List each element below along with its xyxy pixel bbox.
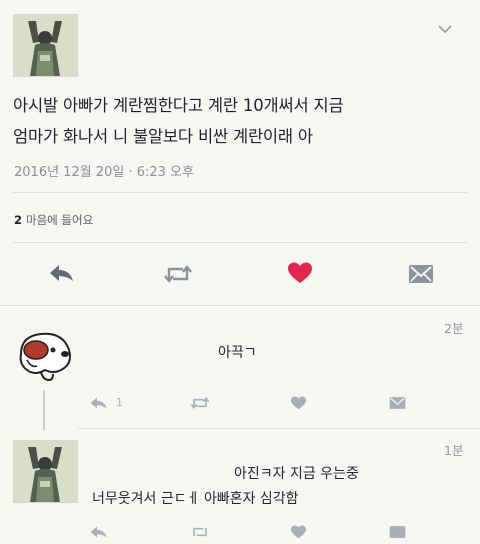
retweet-icon[interactable] xyxy=(163,264,193,288)
heart-icon[interactable] xyxy=(288,262,312,288)
reply-icon[interactable] xyxy=(90,524,108,543)
divider xyxy=(13,242,467,243)
reply-time: 2분 xyxy=(444,321,464,336)
tweet-timestamp[interactable]: 2016년 12월 20일 · 6:23 오후 xyxy=(14,161,194,180)
reply-text-line-2: 너무웃겨서 근ㄷㅔ 아빠혼자 심각함 xyxy=(92,491,299,507)
divider xyxy=(0,305,480,306)
tweet-text-line-2: 엄마가 화나서 니 불알보다 비싼 계란이래 아 xyxy=(13,127,313,146)
reply-time: 1분 xyxy=(444,443,464,458)
thread-line xyxy=(43,390,45,430)
reply-avatar[interactable] xyxy=(13,324,76,385)
heart-icon[interactable] xyxy=(291,524,306,543)
divider xyxy=(13,192,467,193)
retweet-icon[interactable] xyxy=(190,524,210,543)
reply-text: 아끅ㄱ xyxy=(218,345,257,361)
divider xyxy=(78,428,480,429)
reply-avatar[interactable] xyxy=(13,440,78,503)
dm-icon[interactable] xyxy=(408,264,434,288)
tweet-text-line-1: 아시발 아빠가 계란찜한다고 계란 10개써서 지금 xyxy=(13,96,344,115)
reply-count: 1 xyxy=(116,396,123,409)
retweet-icon[interactable] xyxy=(190,395,210,414)
author-avatar[interactable] xyxy=(13,14,78,77)
heart-icon[interactable] xyxy=(291,395,306,414)
likes-summary[interactable]: 2 마음에 들어요 xyxy=(14,212,93,228)
dm-icon[interactable] xyxy=(389,524,406,543)
reply-icon[interactable] xyxy=(49,263,75,287)
reply-icon[interactable] xyxy=(90,395,108,414)
chevron-down-icon[interactable] xyxy=(438,18,452,39)
reply-text-line-1: 아진ㅋ자 지금 우는중 xyxy=(234,466,359,482)
likes-label: 마음에 들어요 xyxy=(26,213,94,227)
dm-icon[interactable] xyxy=(389,395,406,414)
likes-count: 2 xyxy=(14,213,23,227)
